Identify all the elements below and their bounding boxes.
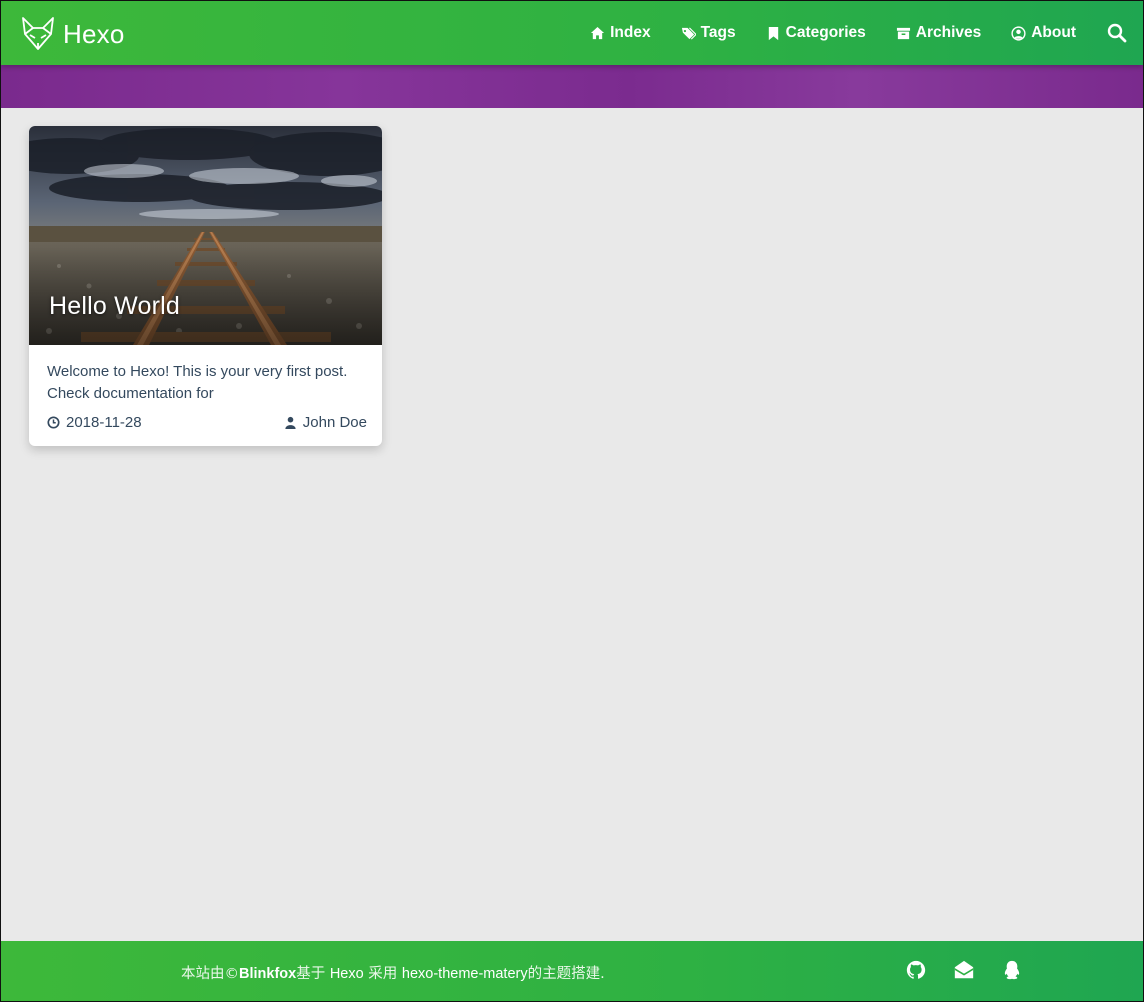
nav-categories[interactable]: Categories [751, 1, 881, 65]
brand-name: Hexo [63, 18, 125, 49]
user-icon [285, 416, 296, 429]
nav-tags-label: Tags [700, 24, 736, 41]
footer-theme-link[interactable]: hexo-theme-matery [402, 966, 528, 982]
qq-icon [1004, 960, 1020, 980]
search-icon [1107, 23, 1127, 43]
email-icon [954, 960, 974, 979]
github-link[interactable] [905, 959, 927, 981]
post-title[interactable]: Hello World [49, 292, 180, 321]
footer-hexo-link[interactable]: Hexo [330, 966, 364, 982]
nav-about-label: About [1031, 24, 1076, 41]
search-button[interactable] [1091, 1, 1143, 65]
footer-mid1: 基于 [296, 966, 330, 982]
post-author-text: John Doe [302, 414, 367, 431]
post-meta: 2018-11-28 John Doe [47, 414, 367, 431]
user-circle-icon [1011, 25, 1026, 41]
fox-logo-icon [22, 17, 54, 50]
home-icon [591, 26, 605, 39]
footer-mid2: 采用 [363, 966, 402, 982]
nav-archives[interactable]: Archives [881, 1, 996, 65]
footer-copyright: 本站由©Blinkfox基于 Hexo 采用 hexo-theme-matery… [181, 962, 605, 983]
clock-icon [47, 416, 60, 429]
hero-banner [1, 65, 1143, 108]
post-date-text: 2018-11-28 [66, 414, 142, 431]
nav-categories-label: Categories [785, 24, 866, 41]
brand-link[interactable]: Hexo [21, 16, 125, 52]
footer: 本站由©Blinkfox基于 Hexo 采用 hexo-theme-matery… [1, 941, 1143, 1001]
nav-tags[interactable]: Tags [666, 1, 751, 65]
post-card[interactable]: Hello World Welcome to Hexo! This is you… [29, 126, 382, 446]
tags-icon [681, 26, 696, 40]
nav-index-label: Index [610, 24, 651, 41]
post-date: 2018-11-28 [47, 414, 142, 431]
archive-icon [896, 27, 910, 39]
post-summary: Welcome to Hexo! This is your very first… [47, 363, 348, 402]
email-link[interactable] [953, 959, 975, 981]
footer-suffix: 的主题搭建. [527, 966, 605, 982]
nav-about[interactable]: About [996, 1, 1091, 65]
nav-index[interactable]: Index [575, 1, 665, 65]
footer-prefix: 本站由© [181, 966, 239, 982]
bookmark-icon [768, 26, 778, 40]
social-links [905, 959, 1023, 981]
qq-link[interactable] [1001, 959, 1023, 981]
nav-archives-label: Archives [915, 24, 982, 41]
github-icon [906, 960, 926, 979]
footer-author-link[interactable]: Blinkfox [239, 966, 296, 982]
top-navbar: Hexo Index Tags Categories Archives Abou… [1, 1, 1143, 65]
post-author: John Doe [284, 414, 367, 431]
main-nav: Index Tags Categories Archives About [575, 1, 1143, 65]
